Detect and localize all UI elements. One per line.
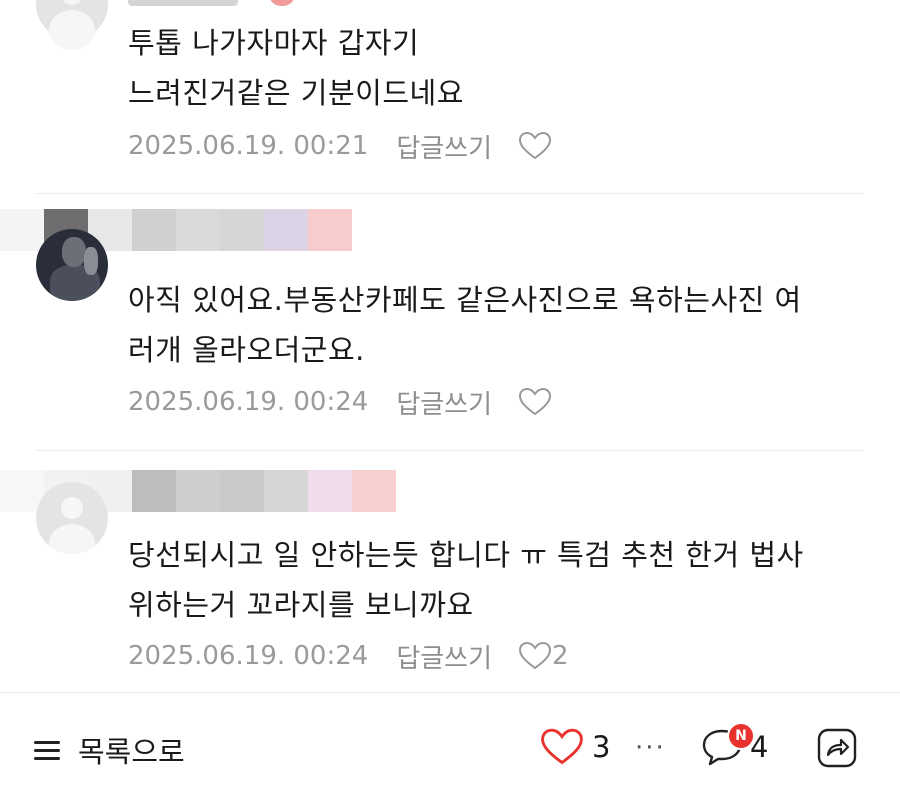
comment-meta: 2025.06.19. 00:24 답글쓰기 2 bbox=[128, 638, 569, 674]
post-like-count: 3 bbox=[592, 730, 611, 764]
share-button[interactable] bbox=[816, 727, 858, 769]
heart-icon bbox=[519, 641, 552, 670]
reply-button[interactable]: 답글쓰기 bbox=[396, 384, 492, 421]
comment-date: 2025.06.19. 00:24 bbox=[128, 641, 369, 671]
like-count: 2 bbox=[552, 641, 569, 671]
share-icon bbox=[817, 728, 857, 768]
like-button[interactable] bbox=[518, 387, 552, 417]
notification-dot bbox=[270, 0, 294, 6]
new-comment-badge: N bbox=[727, 722, 755, 750]
list-button[interactable]: 목록으로 bbox=[34, 729, 185, 771]
comment-line: 투톱 나가자마자 갑자기 bbox=[128, 26, 420, 60]
menu-icon bbox=[34, 736, 60, 765]
divider bbox=[36, 193, 864, 194]
comment-meta: 2025.06.19. 00:21 답글쓰기 bbox=[128, 128, 552, 164]
reply-button[interactable]: 답글쓰기 bbox=[396, 638, 492, 675]
reply-button[interactable]: 답글쓰기 bbox=[396, 128, 492, 165]
like-button[interactable] bbox=[518, 131, 552, 161]
comment-meta: 2025.06.19. 00:24 답글쓰기 bbox=[128, 384, 552, 420]
comment-date: 2025.06.19. 00:24 bbox=[128, 387, 369, 417]
like-button[interactable]: 2 bbox=[518, 641, 569, 671]
comment-line: 느려진거같은 기분이드네요 bbox=[128, 76, 464, 110]
comment-date: 2025.06.19. 00:21 bbox=[128, 131, 369, 161]
nickname-blurred bbox=[128, 0, 238, 6]
heart-icon bbox=[519, 387, 552, 416]
divider bbox=[36, 450, 864, 451]
post-like-button[interactable]: 3 bbox=[540, 727, 610, 767]
comment-line: 당선되시고 일 안하는듯 합니다 ㅠ 특검 추천 한거 법사 bbox=[128, 538, 804, 572]
avatar[interactable] bbox=[36, 0, 108, 50]
avatar[interactable] bbox=[36, 229, 108, 301]
bottom-action-bar: 목록으로 3 ··· 4 bbox=[0, 692, 900, 807]
comment-text: 아직 있어요.부동산카페도 같은사진으로 욕하는사진 여 러개 올라오더군요. bbox=[128, 275, 878, 375]
list-button-label: 목록으로 bbox=[78, 735, 185, 769]
comment-line: 아직 있어요.부동산카페도 같은사진으로 욕하는사진 여 bbox=[128, 283, 802, 317]
comment-text: 당선되시고 일 안하는듯 합니다 ㅠ 특검 추천 한거 법사 위하는거 꼬라지를… bbox=[128, 530, 878, 630]
comment-line: 위하는거 꼬라지를 보니까요 bbox=[128, 588, 474, 622]
heart-icon bbox=[519, 131, 552, 160]
avatar[interactable] bbox=[36, 482, 108, 554]
comment-line: 러개 올라오더군요. bbox=[128, 333, 365, 367]
more-options-button[interactable]: ··· bbox=[635, 733, 666, 763]
comment-text: 투톱 나가자마자 갑자기 느려진거같은 기분이드네요 bbox=[128, 18, 878, 118]
heart-outline-icon bbox=[541, 728, 583, 765]
